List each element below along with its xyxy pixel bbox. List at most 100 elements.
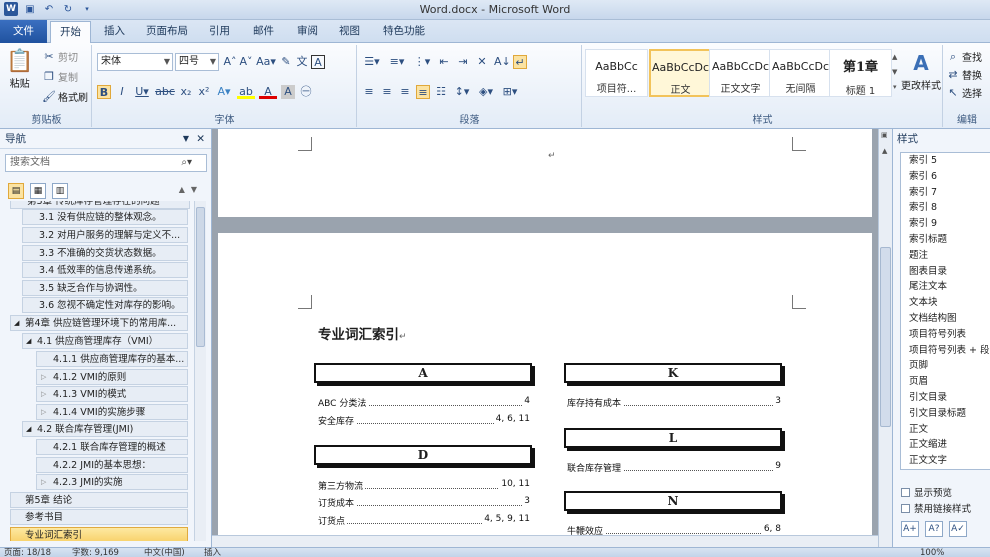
clear-format-icon[interactable]: ✎ [279, 55, 293, 69]
close-icon[interactable]: ✕ [196, 129, 205, 149]
change-case-icon[interactable]: Aa▾ [255, 55, 277, 69]
increase-indent-icon[interactable]: ⇥ [456, 55, 470, 69]
multilevel-list-icon[interactable]: ⋮▾ [412, 55, 432, 69]
document-area[interactable]: ↵ 专业词汇索引↵ A ABC 分类法 4 安全库存 4, 6, 11 D 第三… [212, 129, 878, 547]
list-item[interactable]: 第5章 结论 [10, 492, 188, 508]
list-item[interactable]: ▷ 4.1.3 VMI的模式 [36, 386, 188, 402]
style-inspector-icon[interactable]: A? [925, 521, 943, 537]
list-item[interactable]: ◢ 第4章 供应链管理环境下的常用库... [10, 315, 188, 331]
style-entry[interactable]: 文档结构图 [901, 311, 990, 327]
list-item[interactable]: 3.1 没有供应链的整体观念。 [22, 209, 188, 225]
style-entry[interactable]: 引文目录标题 [901, 406, 990, 422]
new-style-icon[interactable]: A+ [901, 521, 919, 537]
style-item-body-text[interactable]: AaBbCcDc 正文文字 [709, 49, 772, 97]
font-name-select[interactable]: 宋体 ▼ [97, 53, 173, 71]
list-item[interactable]: 3.6 忽视不确定性对库存的影响。 [22, 297, 188, 313]
chevron-down-icon[interactable]: ▼ [191, 185, 203, 194]
chevron-down-icon[interactable]: ▼ [892, 66, 897, 79]
align-right-icon[interactable]: ≡ [398, 85, 412, 99]
select-button[interactable]: ↖ 选择 [946, 85, 982, 101]
pages-view-icon[interactable]: ▦ [30, 183, 46, 199]
style-entry[interactable]: 题注 [901, 248, 990, 264]
collapsed-icon[interactable]: ▷ [41, 405, 46, 419]
style-entry[interactable]: 页眉 [901, 374, 990, 390]
styles-gallery-scroll[interactable]: ▲ ▼ ▾ [892, 51, 897, 94]
style-entry[interactable]: 索引标题 [901, 232, 990, 248]
tab-view[interactable]: 视图 [330, 21, 369, 42]
list-item[interactable]: 3.5 缺乏合作与协调性。 [22, 280, 188, 296]
char-border-icon[interactable]: A [311, 55, 325, 69]
list-item[interactable]: 4.2.2 JMI的基本思想： [36, 457, 188, 473]
checkbox-box[interactable] [901, 487, 910, 497]
style-entry[interactable]: 索引 8 [901, 200, 990, 216]
list-item[interactable]: 3.3 不准确的交货状态数据。 [22, 245, 188, 261]
list-item[interactable]: ◢ 4.2 联合库存管理(JMI) [22, 421, 188, 437]
collapsed-icon[interactable]: ▷ [41, 370, 46, 384]
list-item[interactable]: 第3章 传统库存管理存在的问题 [10, 201, 190, 209]
tab-insert[interactable]: 插入 [95, 21, 134, 42]
copy-button[interactable]: ❐ 复制 [42, 69, 78, 85]
style-item-list-bullet[interactable]: AaBbCc 项目符... [585, 49, 648, 97]
page-current[interactable]: 专业词汇索引↵ A ABC 分类法 4 安全库存 4, 6, 11 D 第三方物… [218, 233, 872, 547]
subscript-icon[interactable]: x₂ [179, 85, 193, 99]
style-entry[interactable]: 索引 9 [901, 216, 990, 232]
align-left-icon[interactable]: ≡ [362, 85, 376, 99]
style-entry[interactable]: 正文文字 [901, 453, 990, 469]
borders-icon[interactable]: ⊞▾ [500, 85, 520, 99]
language-indicator[interactable]: 中文(中国) [144, 548, 185, 557]
grow-font-icon[interactable]: A˄ [223, 55, 237, 69]
change-styles-button[interactable]: A 更改样式 [901, 51, 941, 92]
checkbox-box[interactable] [901, 503, 910, 513]
page-count[interactable]: 页面: 18/18 [4, 548, 51, 557]
style-entry[interactable]: 引文目录 [901, 390, 990, 406]
expanded-icon[interactable]: ◢ [26, 422, 31, 436]
superscript-icon[interactable]: x² [197, 85, 211, 99]
italic-icon[interactable]: I [115, 85, 129, 99]
bold-icon[interactable]: B [97, 85, 111, 99]
cut-button[interactable]: ✂ 剪切 [42, 49, 78, 65]
style-entry[interactable]: 索引 7 [901, 185, 990, 201]
list-item[interactable]: 4.1.1 供应商管理库存的基本... [36, 351, 188, 367]
sort-icon[interactable]: A↓ [494, 55, 511, 69]
list-item[interactable]: ▷ 4.2.3 JMI的实施 [36, 474, 188, 490]
style-entry[interactable]: 文本块 [901, 295, 990, 311]
style-entry[interactable]: 索引 5 [901, 153, 990, 169]
style-item-normal[interactable]: AaBbCcDc 正文 [649, 49, 712, 97]
phonetic-guide-icon[interactable]: 文 [295, 55, 309, 69]
headings-view-icon[interactable]: ▤ [8, 183, 24, 199]
tab-file[interactable]: 文件 [0, 20, 47, 43]
zoom-level[interactable]: 100% [920, 548, 944, 557]
chevron-down-icon[interactable]: ▼ [183, 129, 189, 149]
tab-special-features[interactable]: 特色功能 [374, 21, 434, 42]
horizontal-scrollbar[interactable] [212, 535, 878, 547]
results-view-icon[interactable]: ▥ [52, 183, 68, 199]
search-icon[interactable]: ⌕▾ [181, 155, 192, 171]
list-item[interactable]: 3.4 低效率的信息传递系统。 [22, 262, 188, 278]
document-scroll-thumb[interactable] [880, 247, 891, 427]
strikethrough-icon[interactable]: abc [155, 85, 175, 99]
enclose-char-icon[interactable]: ㊀ [299, 85, 313, 99]
nav-search-input[interactable]: 搜索文档 ⌕▾ [5, 154, 207, 172]
style-item-no-spacing[interactable]: AaBbCcDc 无间隔 [769, 49, 832, 97]
page-previous[interactable]: ↵ [218, 129, 872, 217]
ruler-toggle-icon[interactable]: ▣ [881, 131, 888, 139]
style-entry[interactable]: 项目符号列表 + 段 [901, 343, 990, 359]
shrink-font-icon[interactable]: A˅ [239, 55, 253, 69]
tab-references[interactable]: 引用 [200, 21, 239, 42]
collapsed-icon[interactable]: ▷ [41, 387, 46, 401]
shading-icon[interactable]: ◈▾ [476, 85, 496, 99]
text-effects-icon[interactable]: A▾ [215, 85, 233, 99]
list-item[interactable]: 3.2 对用户服务的理解与定义不... [22, 227, 188, 243]
align-center-icon[interactable]: ≡ [380, 85, 394, 99]
expanded-icon[interactable]: ◢ [26, 334, 31, 348]
highlight-icon[interactable]: ab [237, 85, 255, 99]
style-item-heading-1[interactable]: 第1章 标题 1 [829, 49, 892, 97]
chevron-up-icon[interactable]: ▲ [179, 185, 191, 194]
list-item[interactable]: 4.2.1 联合库存管理的概述 [36, 439, 188, 455]
style-entry[interactable]: 正文 [901, 422, 990, 438]
tab-home[interactable]: 开始 [50, 21, 91, 44]
list-item[interactable]: ▷ 4.1.4 VMI的实施步骤 [36, 404, 188, 420]
char-shading-icon[interactable]: A [281, 85, 295, 99]
find-button[interactable]: ⌕ 查找 [946, 49, 982, 65]
tab-review[interactable]: 审阅 [288, 21, 327, 42]
